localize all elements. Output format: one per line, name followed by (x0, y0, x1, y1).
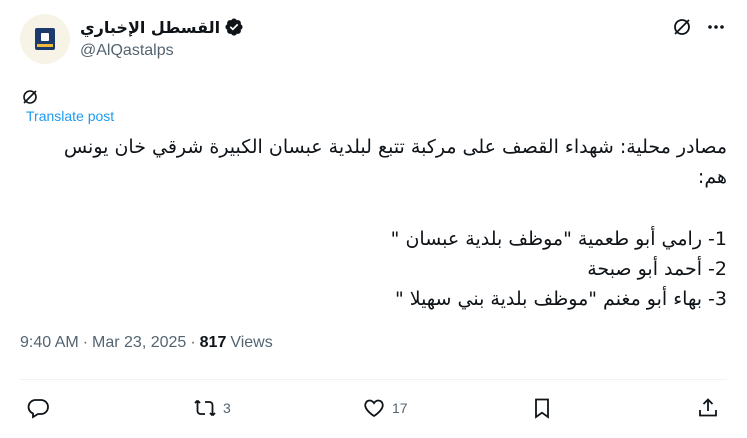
verified-badge-icon (225, 18, 243, 36)
post-line: 3- بهاء أبو مغنم "موظف بلدية بني سهيلا " (394, 288, 727, 310)
alqastal-logo (35, 28, 55, 50)
account-name-row[interactable]: القسطل الإخباري (80, 16, 244, 38)
repost-count: 3 (223, 400, 231, 416)
reply-icon (27, 399, 49, 419)
bookmark-button[interactable] (530, 396, 554, 420)
meta-separator: · (190, 334, 196, 351)
repost-button[interactable]: 3 (193, 396, 231, 420)
header-actions (671, 16, 727, 38)
grok-icon[interactable] (20, 87, 40, 107)
post-time[interactable]: 9:40 AM (20, 334, 79, 352)
account-handle[interactable]: @AlQastalps (80, 42, 174, 60)
post-text: مصادر محلية: شهداء القصف على مركبة تتبع … (20, 132, 727, 314)
post-line: 1- رامي أبو طعمية "موظف بلدية عبسان " (390, 228, 727, 250)
post-header: القسطل الإخباري @AlQastalps (0, 0, 747, 80)
views-count[interactable]: 817 (200, 334, 227, 352)
like-button[interactable]: 17 (362, 396, 408, 420)
post-meta: 9:40 AM · Mar 23, 2025 · 817 Views (20, 334, 273, 352)
meta-separator: · (82, 334, 89, 351)
post-line: مصادر محلية: شهداء القصف على مركبة تتبع … (63, 136, 727, 158)
repost-icon (194, 399, 216, 417)
more-icon (708, 25, 724, 29)
post-date[interactable]: Mar 23, 2025 (92, 334, 186, 352)
bookmark-icon (535, 398, 549, 419)
avatar[interactable] (20, 14, 70, 64)
views-label[interactable]: Views (230, 334, 272, 352)
post-line: هم: (697, 166, 727, 188)
grok-button[interactable] (671, 16, 693, 38)
translate-post-link[interactable]: Translate post (26, 108, 114, 124)
account-name[interactable]: القسطل الإخباري (80, 18, 220, 37)
reply-button[interactable] (26, 396, 50, 420)
grok-icon (674, 19, 690, 35)
action-bar: 3 17 (20, 392, 727, 426)
share-icon (699, 398, 717, 417)
divider (20, 379, 727, 380)
more-options-button[interactable] (705, 16, 727, 38)
like-count: 17 (392, 400, 408, 416)
share-button[interactable] (696, 396, 720, 420)
like-icon (364, 399, 384, 418)
post-line: 2- أحمد أبو صبحة (587, 258, 727, 280)
